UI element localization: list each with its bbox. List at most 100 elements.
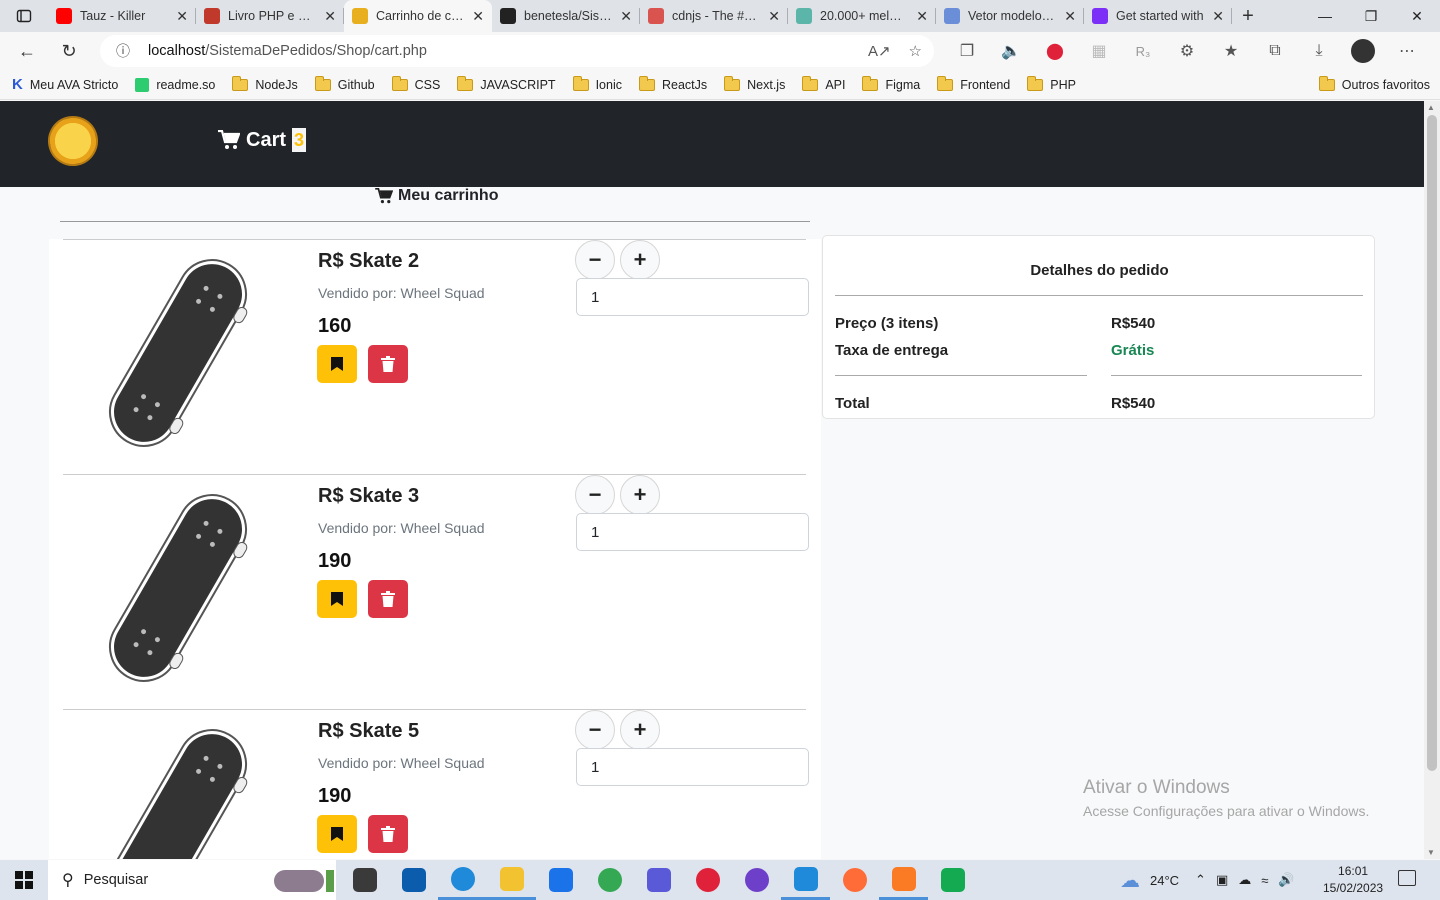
- collections-tab-icon[interactable]: ⧉: [1253, 42, 1297, 60]
- chevron-up-icon[interactable]: ⌃: [1195, 872, 1206, 888]
- remove-item-button[interactable]: [368, 345, 408, 383]
- browser-tab[interactable]: Tauz - Killer ✕: [48, 0, 196, 32]
- ext-grid-icon[interactable]: ▦: [1077, 41, 1121, 61]
- onedrive-icon[interactable]: ☁: [1238, 872, 1251, 888]
- browser-tab[interactable]: 20.000+ melhores ✕: [788, 0, 936, 32]
- volume-icon[interactable]: 🔊: [1278, 872, 1294, 888]
- taskbar-app-task-view[interactable]: [340, 860, 389, 900]
- taskbar-app-mail[interactable]: [536, 860, 585, 900]
- quantity-input[interactable]: [576, 748, 809, 786]
- save-for-later-button[interactable]: [317, 580, 357, 618]
- extensions-icon[interactable]: ⚙: [1165, 41, 1209, 61]
- bookmark-folder[interactable]: JAVASCRIPT: [457, 75, 556, 92]
- tab-favicon-icon: [56, 8, 72, 24]
- collections-icon[interactable]: ❐: [945, 41, 989, 61]
- bookmark-folder[interactable]: Frontend: [937, 75, 1010, 92]
- bookmark-folder[interactable]: API: [802, 75, 845, 92]
- taskbar-app-chrome[interactable]: [585, 860, 634, 900]
- site-logo[interactable]: [43, 111, 103, 171]
- site-info-icon[interactable]: ⓘ: [116, 41, 130, 61]
- taskbar-app-explorer[interactable]: [487, 860, 536, 900]
- favorites-icon[interactable]: ★: [1209, 41, 1253, 61]
- taskbar-app-github-desktop[interactable]: [732, 860, 781, 900]
- bookmark-folder[interactable]: Github: [314, 75, 375, 92]
- taskbar-clock[interactable]: 16:01 15/02/2023: [1323, 863, 1383, 897]
- opera-ext-icon[interactable]: ⬤: [1033, 41, 1077, 61]
- close-tab-icon[interactable]: ✕: [1212, 8, 1224, 25]
- scroll-up-arrow[interactable]: ▲: [1427, 103, 1435, 112]
- close-tab-icon[interactable]: ✕: [1064, 8, 1076, 25]
- start-button[interactable]: [0, 860, 48, 900]
- increase-qty-button[interactable]: +: [620, 710, 660, 750]
- audio-icon[interactable]: 🔈: [989, 41, 1033, 61]
- page-scrollbar[interactable]: ▲ ▼: [1424, 101, 1440, 859]
- weather-icon[interactable]: ☁: [1120, 868, 1140, 893]
- remove-item-button[interactable]: [368, 580, 408, 618]
- weather-temp[interactable]: 24°C: [1150, 873, 1179, 888]
- browser-tab[interactable]: Livro PHP e MySQL ✕: [196, 0, 344, 32]
- cart-heading: Meu carrinho: [375, 187, 498, 205]
- meet-icon[interactable]: ▣: [1216, 872, 1228, 888]
- close-tab-icon[interactable]: ✕: [324, 8, 336, 25]
- close-window-button[interactable]: ✕: [1394, 0, 1440, 32]
- tab-actions-button[interactable]: [0, 0, 48, 32]
- browser-tab[interactable]: Vetor modelo de ✕: [936, 0, 1084, 32]
- url-bar[interactable]: ⓘ localhost/SistemaDePedidos/Shop/cart.p…: [100, 35, 934, 67]
- close-tab-icon[interactable]: ✕: [472, 8, 484, 25]
- bookmark-folder[interactable]: NodeJs: [232, 75, 298, 92]
- browser-tab[interactable]: cdnjs - The #1 free ✕: [640, 0, 788, 32]
- save-for-later-button[interactable]: [317, 345, 357, 383]
- cart-nav-link[interactable]: Cart 3: [218, 128, 307, 152]
- close-tab-icon[interactable]: ✕: [768, 8, 780, 25]
- scrollbar-thumb[interactable]: [1427, 115, 1437, 771]
- taskbar-search[interactable]: ⚲ Pesquisar: [48, 860, 336, 900]
- scroll-down-arrow[interactable]: ▼: [1427, 848, 1435, 857]
- notification-icon[interactable]: [1398, 870, 1416, 886]
- close-tab-icon[interactable]: ✕: [620, 8, 632, 25]
- browser-tab[interactable]: Carrinho de compras ✕: [344, 0, 492, 32]
- save-for-later-button[interactable]: [317, 815, 357, 853]
- decrease-qty-button[interactable]: −: [575, 240, 615, 280]
- decrease-qty-button[interactable]: −: [575, 475, 615, 515]
- bookmark-folder[interactable]: Next.js: [724, 75, 785, 92]
- close-tab-icon[interactable]: ✕: [916, 8, 928, 25]
- quantity-input[interactable]: [576, 278, 809, 316]
- taskbar-app-opera[interactable]: [683, 860, 732, 900]
- translate-icon[interactable]: R₃: [1121, 44, 1165, 59]
- bookmark-folder[interactable]: Figma: [862, 75, 920, 92]
- quantity-input[interactable]: [576, 513, 809, 551]
- taskbar-app-vscode[interactable]: [781, 860, 830, 900]
- read-aloud-icon[interactable]: A↗: [868, 42, 891, 60]
- refresh-button[interactable]: ↻: [48, 32, 90, 70]
- taskbar-app-postman[interactable]: [830, 860, 879, 900]
- taskbar-app-edge[interactable]: [438, 860, 487, 900]
- taskbar-app-store[interactable]: [389, 860, 438, 900]
- increase-qty-button[interactable]: +: [620, 475, 660, 515]
- bookmark-folder[interactable]: PHP: [1027, 75, 1076, 92]
- taskbar-app-mongodb[interactable]: [928, 860, 977, 900]
- taskbar-app-app-blue[interactable]: [634, 860, 683, 900]
- trash-icon: [381, 356, 395, 372]
- bookmark-other-favorites[interactable]: Outros favoritos: [1318, 75, 1430, 92]
- bookmark-readme[interactable]: readme.so: [135, 77, 215, 92]
- increase-qty-button[interactable]: +: [620, 240, 660, 280]
- downloads-icon[interactable]: ⤓: [1297, 42, 1341, 60]
- browser-tab[interactable]: benetesla/SistemaDePedidos ✕: [492, 0, 640, 32]
- back-button[interactable]: ←: [6, 32, 48, 70]
- minimize-button[interactable]: —: [1302, 0, 1348, 32]
- bookmark-folder[interactable]: Ionic: [572, 75, 622, 92]
- remove-item-button[interactable]: [368, 815, 408, 853]
- new-tab-button[interactable]: +: [1232, 0, 1264, 32]
- add-favorite-icon[interactable]: ☆: [909, 42, 922, 60]
- close-tab-icon[interactable]: ✕: [176, 8, 188, 25]
- bookmark-folder[interactable]: ReactJs: [638, 75, 707, 92]
- bookmark-folder[interactable]: CSS: [391, 75, 440, 92]
- bookmark-ava[interactable]: K Meu AVA Stricto: [12, 76, 118, 93]
- browser-tab[interactable]: Get started with ✕: [1084, 0, 1232, 32]
- restore-button[interactable]: ❐: [1348, 0, 1394, 32]
- taskbar-app-xampp[interactable]: [879, 860, 928, 900]
- profile-avatar[interactable]: [1341, 39, 1385, 63]
- wifi-icon[interactable]: ≈: [1261, 873, 1268, 888]
- more-menu-icon[interactable]: ⋯: [1385, 41, 1429, 61]
- decrease-qty-button[interactable]: −: [575, 710, 615, 750]
